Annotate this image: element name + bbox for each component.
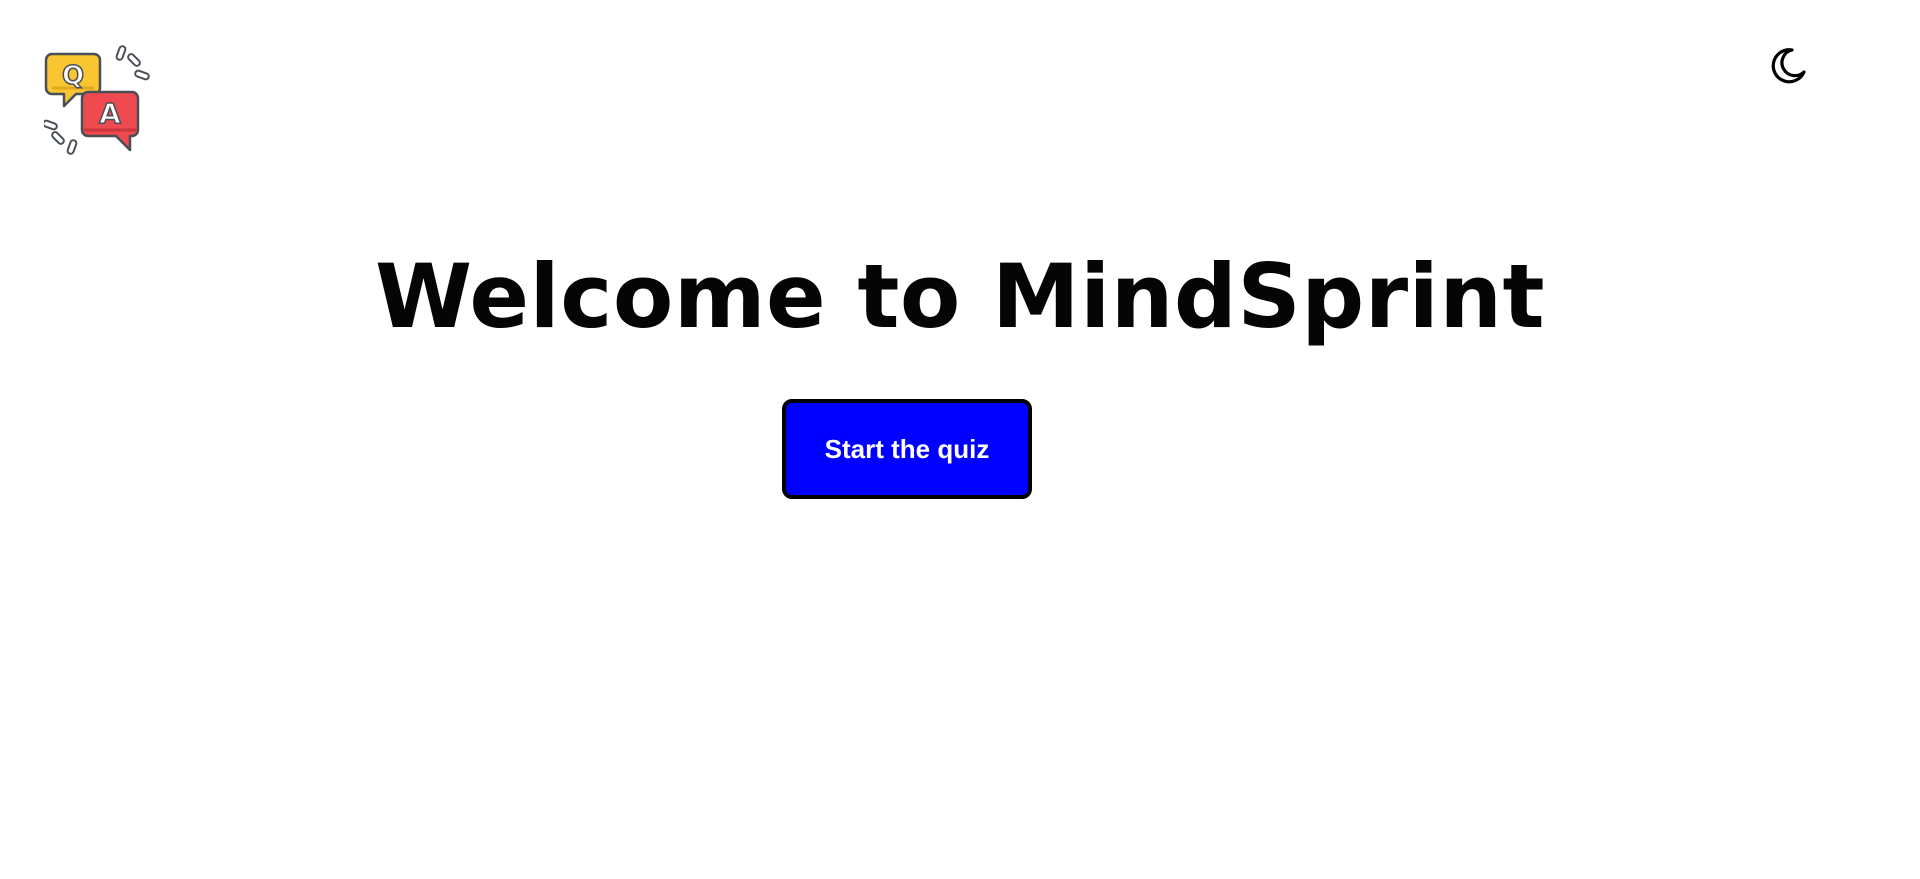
moon-icon xyxy=(1768,46,1808,90)
landing-page: Q A Welcome to MindSprint Start the quiz xyxy=(0,0,1920,879)
svg-text:A: A xyxy=(99,97,121,130)
qa-logo-icon: Q A xyxy=(42,44,160,160)
svg-text:Q: Q xyxy=(62,61,84,91)
page-title: Welcome to MindSprint xyxy=(374,245,1546,348)
dark-mode-toggle[interactable] xyxy=(1766,46,1810,90)
start-quiz-button[interactable]: Start the quiz xyxy=(782,399,1032,499)
